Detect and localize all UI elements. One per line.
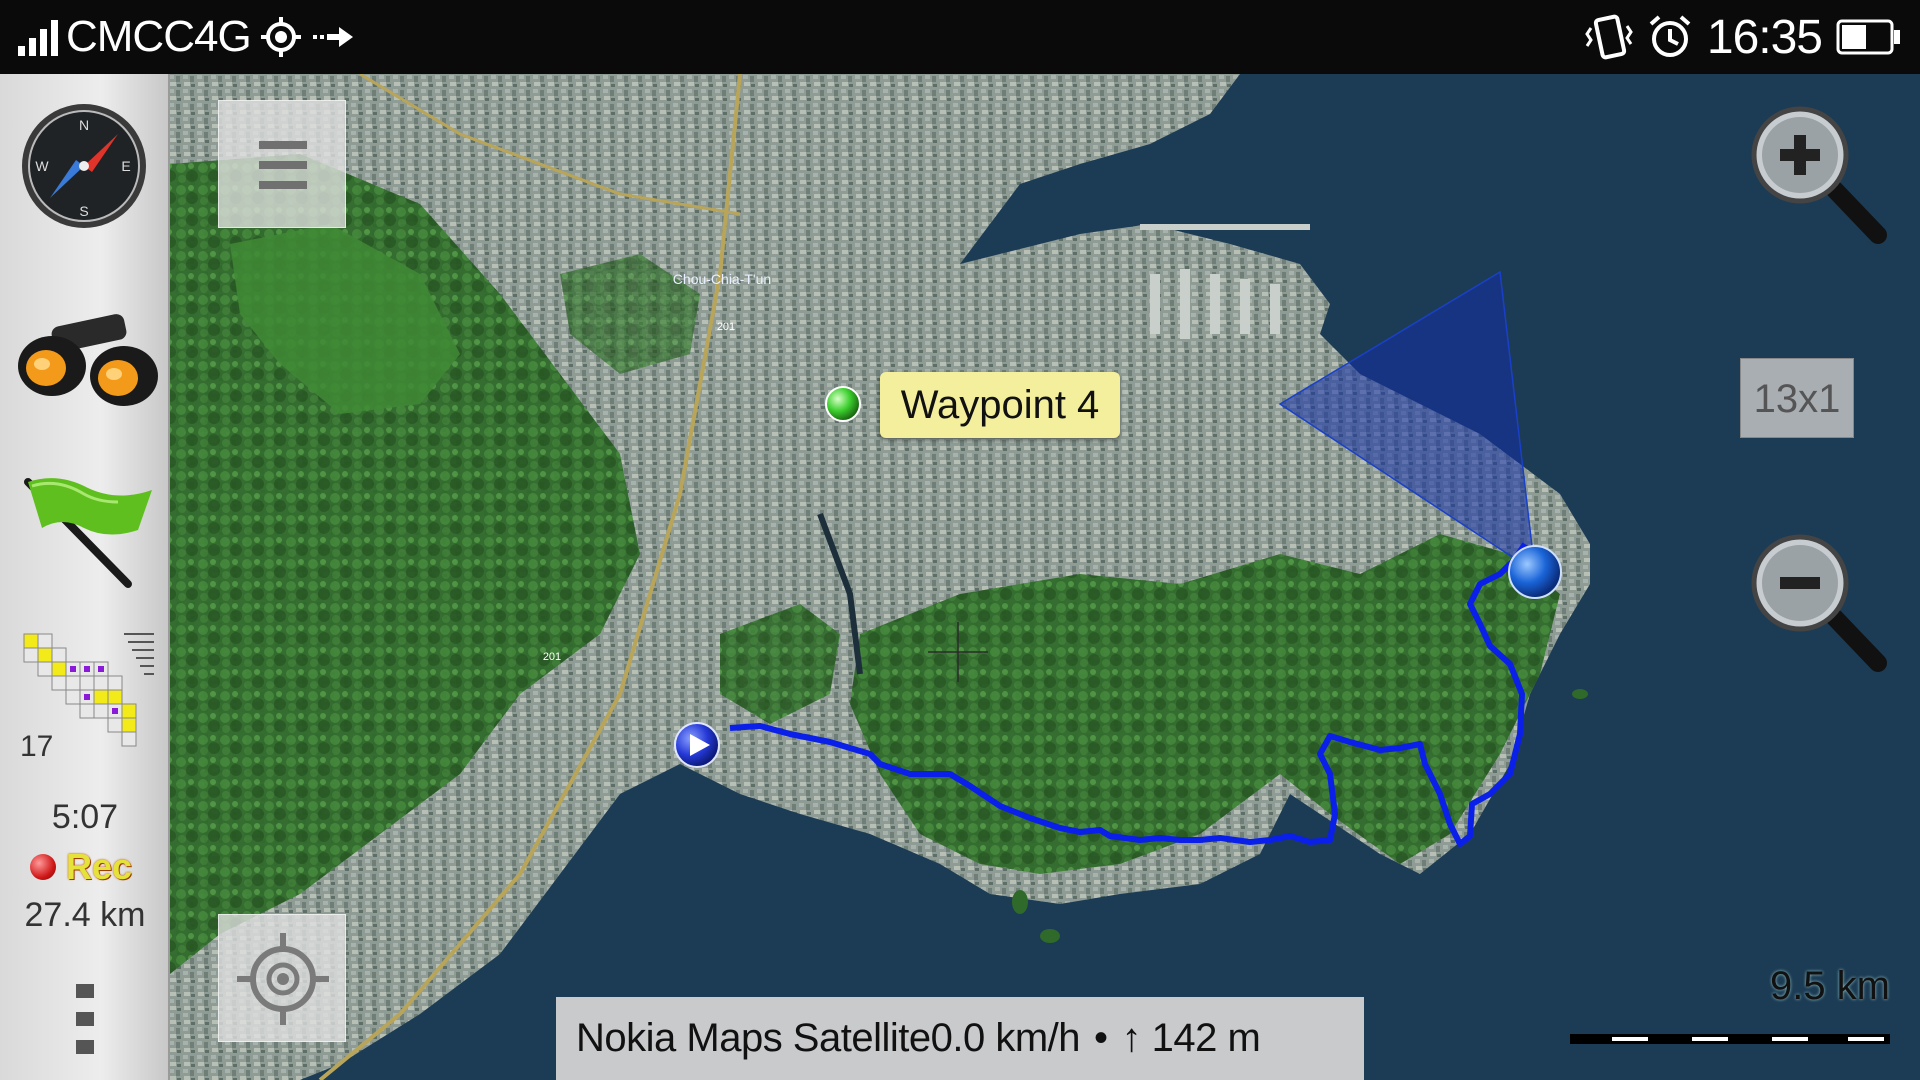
svg-text:E: E — [121, 158, 130, 174]
zoom-level-label: 13x1 — [1740, 358, 1854, 438]
info-bar: Nokia Maps Satellite 0.0 km/h • ↑ 142 m — [556, 997, 1364, 1080]
zoom-in-icon — [1751, 106, 1887, 244]
altitude-value: ↑ 142 m — [1121, 1016, 1261, 1060]
flag-button[interactable] — [18, 466, 158, 596]
left-toolbar: N S W E 17 5:07 Rec 27.4 km — [0, 74, 170, 1080]
signal-icon — [18, 18, 58, 56]
binoculars-button[interactable] — [12, 304, 164, 414]
menu-button[interactable] — [218, 100, 346, 228]
elapsed-time: 5:07 — [51, 798, 119, 836]
place-label: Chou-Chia-T'un — [673, 271, 771, 287]
map-source-label: Nokia Maps Satellite — [576, 1016, 931, 1060]
road-label: 201 — [543, 651, 561, 663]
record-icon — [30, 854, 56, 880]
zoom-out-icon — [1751, 534, 1887, 672]
track-start-icon — [674, 722, 720, 768]
compass-button[interactable]: N S W E — [18, 100, 150, 232]
binoculars-icon — [18, 314, 158, 406]
menu-icon — [259, 141, 307, 189]
compass-icon: N S W E — [22, 104, 146, 228]
status-bar: CMCC4G 16:35 — [0, 0, 1920, 74]
waypoint-label[interactable]: Waypoint 4 — [880, 372, 1120, 438]
carrier-name: CMCC4G — [66, 12, 252, 61]
center-location-icon — [237, 933, 329, 1025]
alarm-icon — [1649, 15, 1691, 57]
svg-text:W: W — [35, 158, 49, 174]
record-toggle[interactable]: Rec — [30, 846, 132, 888]
gps-icon — [260, 17, 301, 57]
speed-value: 0.0 km/h — [930, 1016, 1081, 1060]
current-position-icon — [1508, 545, 1562, 599]
zoom-in-button[interactable] — [1740, 100, 1900, 250]
scale-label: 9.5 km — [1769, 964, 1890, 1008]
flag-icon — [24, 478, 152, 588]
battery-icon — [1836, 19, 1900, 55]
svg-text:S: S — [79, 203, 88, 219]
waypoint-icon[interactable] — [825, 386, 861, 422]
rec-label: Rec — [66, 846, 133, 887]
svg-text:N: N — [79, 117, 89, 133]
satellite-count: 17 — [20, 730, 54, 763]
info-separator: • — [1094, 1016, 1108, 1060]
more-menu-button[interactable] — [70, 978, 100, 1058]
road-label: 201 — [717, 321, 735, 333]
distance-value: 27.4 km — [24, 896, 146, 934]
center-location-button[interactable] — [218, 914, 346, 1042]
clock: 16:35 — [1706, 10, 1823, 64]
zoom-out-button[interactable] — [1740, 528, 1900, 678]
more-menu-icon — [76, 984, 94, 1054]
data-transfer-icon — [312, 27, 353, 47]
vibrate-icon — [1585, 14, 1633, 60]
scale-bar — [1570, 1034, 1890, 1044]
